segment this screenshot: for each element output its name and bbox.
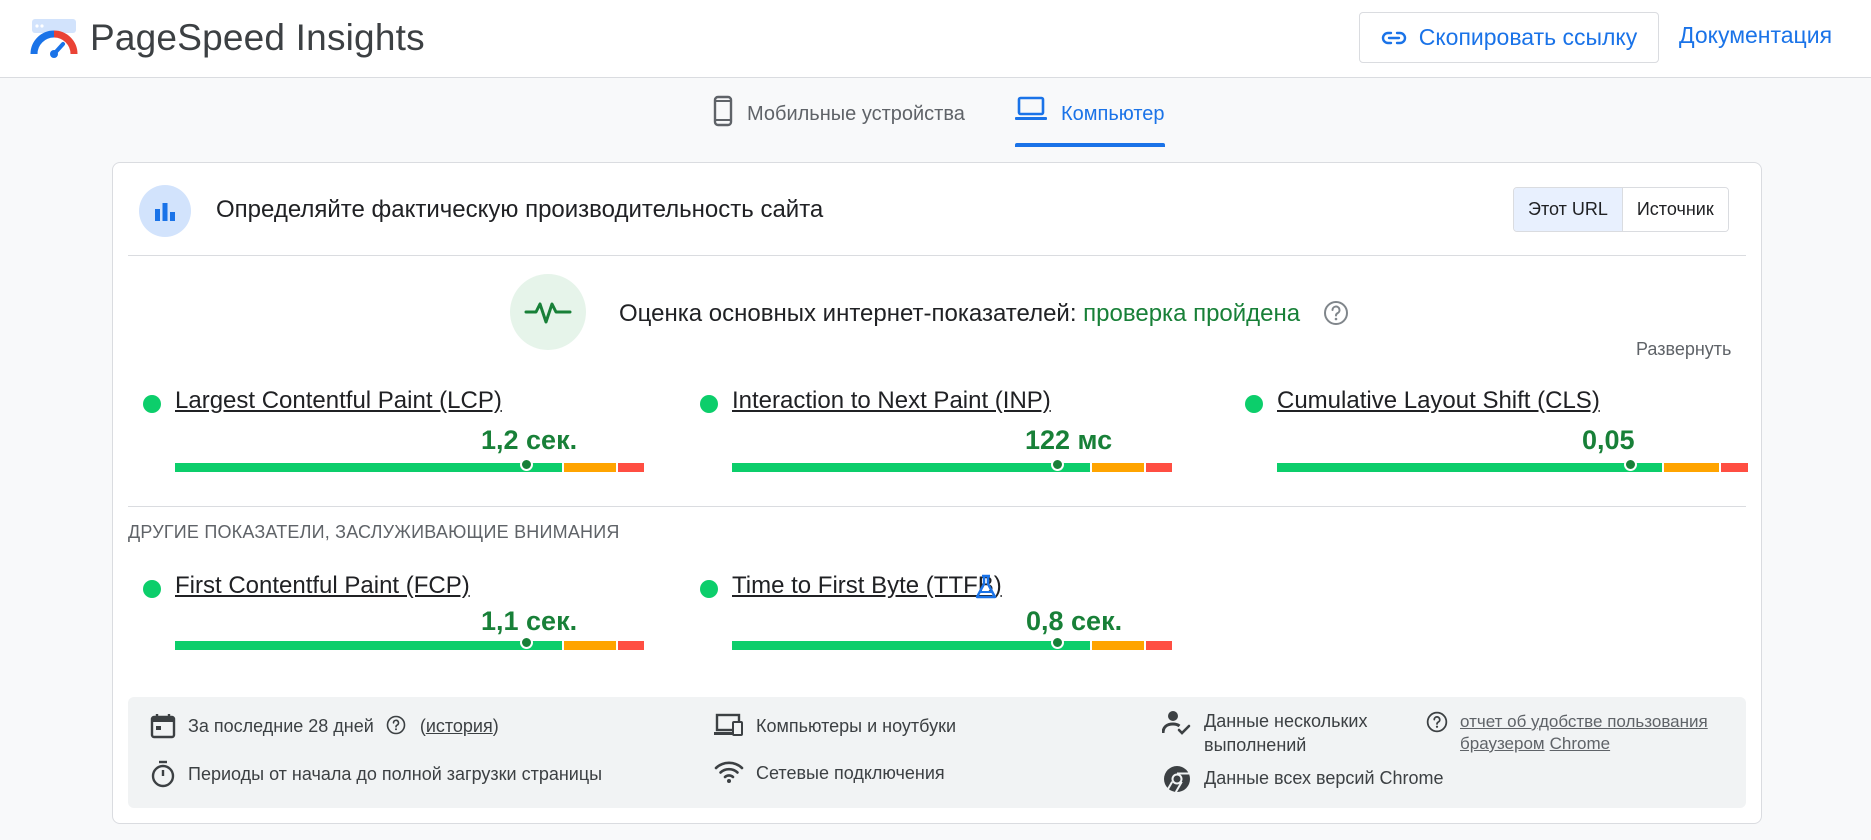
expand-button[interactable]: Развернуть <box>1636 339 1731 360</box>
metric-value: 0,8 сек. <box>1026 606 1123 636</box>
origin-button[interactable]: Источник <box>1622 188 1728 231</box>
crux-info: отчет об удобстве пользования браузером … <box>1426 711 1708 755</box>
samples-text: Данные нескольких выполнений <box>1204 711 1368 755</box>
top-bar: PageSpeed Insights Скопировать ссылку До… <box>0 0 1871 78</box>
distribution-bar <box>732 641 1172 650</box>
samples-info: Данные нескольких выполнений <box>1162 709 1384 757</box>
assessment-label: Оценка основных интернет-показателей: <box>619 300 1084 327</box>
status-good-icon <box>1245 395 1263 413</box>
field-data-card: Определяйте фактическую производительнос… <box>112 162 1762 824</box>
data-source-info: За последние 28 дней (история) Периоды о… <box>128 697 1746 808</box>
distribution-bar <box>175 641 644 650</box>
devices-text: Компьютеры и ноутбуки <box>756 716 956 736</box>
tab-mobile-label: Мобильные устройства <box>747 103 965 125</box>
metric-name[interactable]: First Contentful Paint (FCP) <box>175 572 470 600</box>
metric-value: 122 мс <box>1025 425 1113 455</box>
status-good-icon <box>143 395 161 413</box>
brand-title: PageSpeed Insights <box>90 17 425 58</box>
status-good-icon <box>143 580 161 598</box>
help-icon[interactable] <box>1323 300 1349 326</box>
devices-info: Компьютеры и ноутбуки <box>714 713 956 737</box>
documentation-link[interactable]: Документация <box>1679 22 1832 49</box>
period-text: За последние 28 дней <box>188 716 374 736</box>
metric-name[interactable]: Time to First Byte (TTFB) <box>732 572 1002 600</box>
distribution-bar <box>1277 463 1748 472</box>
period-info: За последние 28 дней (история) <box>150 713 499 739</box>
help-icon[interactable] <box>386 715 406 735</box>
chrome-info: Данные всех версий Chrome <box>1162 764 1444 794</box>
chrome-text: Данные всех версий Chrome <box>1204 768 1444 788</box>
metric-name[interactable]: Interaction to Next Paint (INP) <box>732 387 1051 415</box>
status-good-icon <box>700 580 718 598</box>
tab-mobile[interactable]: Мобильные устройства <box>713 95 965 147</box>
metric-name[interactable]: Cumulative Layout Shift (CLS) <box>1277 387 1600 415</box>
divider <box>128 506 1746 507</box>
section-heading: ДРУГИЕ ПОКАЗАТЕЛИ, ЗАСЛУЖИВАЮЩИЕ ВНИМАНИ… <box>128 522 620 542</box>
smartphone-icon <box>713 95 733 127</box>
divider <box>128 255 1746 256</box>
pulse-icon <box>510 274 586 350</box>
user-check-icon <box>1162 711 1191 735</box>
metric-value: 0,05 <box>1582 425 1635 455</box>
network-info: Сетевые подключения <box>714 760 945 784</box>
assessment-summary: Оценка основных интернет-показателей: пр… <box>619 300 1300 328</box>
laptop-icon <box>1015 96 1047 120</box>
distribution-bar <box>732 463 1172 472</box>
url-origin-toggle: Этот URL Источник <box>1513 187 1729 232</box>
value-marker <box>1051 458 1065 471</box>
tab-active-indicator <box>1015 143 1165 147</box>
this-url-button[interactable]: Этот URL <box>1514 188 1623 231</box>
tab-desktop-label: Компьютер <box>1061 103 1165 125</box>
crux-report-link[interactable]: отчет об удобстве пользования <box>1460 711 1708 733</box>
wifi-icon <box>714 761 744 783</box>
calendar-icon <box>150 714 176 739</box>
distribution-bar <box>175 463 644 472</box>
experimental-flask-icon[interactable] <box>974 574 998 600</box>
metric-name[interactable]: Largest Contentful Paint (LCP) <box>175 387 502 415</box>
card-title: Определяйте фактическую производительнос… <box>216 196 824 223</box>
crux-report-link-3[interactable]: Chrome <box>1550 734 1610 753</box>
history-link[interactable]: история <box>426 716 493 736</box>
metric-value: 1,2 сек. <box>481 425 578 455</box>
devices-icon <box>714 713 743 736</box>
copy-link-label: Скопировать ссылку <box>1418 24 1638 50</box>
tab-desktop[interactable]: Компьютер <box>1015 95 1165 147</box>
crux-report-link-2[interactable]: браузером <box>1460 734 1545 753</box>
value-marker <box>1623 458 1637 471</box>
network-text: Сетевые подключения <box>756 763 945 783</box>
sessions-info: Периоды от начала до полной загрузки стр… <box>150 760 602 788</box>
sessions-text: Периоды от начала до полной загрузки стр… <box>188 764 603 784</box>
assessment-status: проверка пройдена <box>1083 300 1301 327</box>
value-marker <box>1051 636 1065 649</box>
link-icon <box>1381 31 1406 44</box>
copy-link-button[interactable]: Скопировать ссылку <box>1359 12 1659 63</box>
chrome-icon <box>1164 766 1190 793</box>
help-icon[interactable] <box>1426 711 1448 733</box>
pagespeed-logo-icon[interactable] <box>30 18 78 58</box>
status-good-icon <box>700 395 718 413</box>
bar-chart-icon <box>139 185 191 237</box>
metric-value: 1,1 сек. <box>481 606 578 636</box>
stopwatch-icon <box>151 760 175 788</box>
